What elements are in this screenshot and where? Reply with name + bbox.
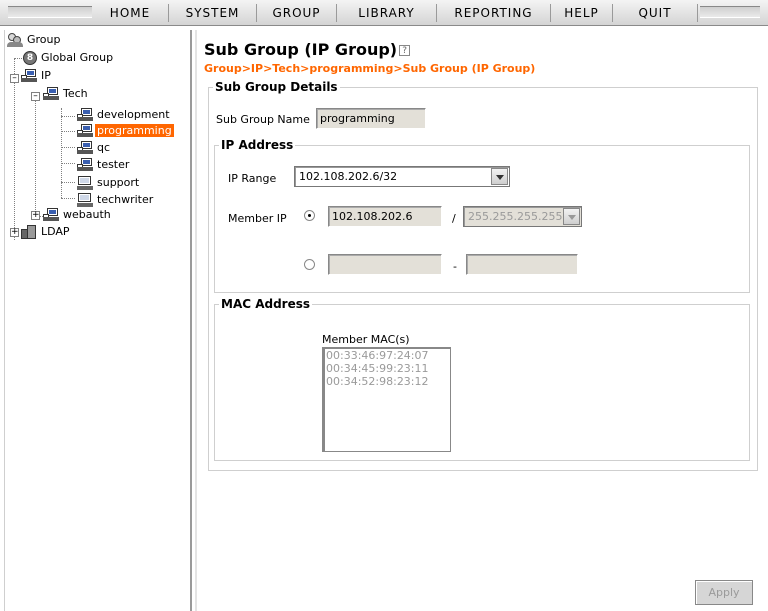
network-icon bbox=[43, 208, 59, 222]
help-icon[interactable]: ? bbox=[399, 45, 411, 56]
tree-panel-edge bbox=[195, 30, 197, 611]
computer-icon bbox=[77, 176, 93, 190]
member-ip-radio[interactable] bbox=[304, 210, 315, 221]
global-group-icon: 8 bbox=[23, 51, 37, 65]
network-icon bbox=[77, 124, 93, 138]
tree-node-ip[interactable]: IP bbox=[21, 68, 53, 84]
menu-system[interactable]: SYSTEM bbox=[168, 4, 256, 22]
chevron-down-icon bbox=[563, 208, 580, 225]
tree-line bbox=[61, 147, 75, 148]
sub-group-name-field[interactable]: programming bbox=[316, 108, 426, 129]
dash-separator: - bbox=[453, 260, 457, 273]
menu-ridge-left bbox=[8, 6, 92, 18]
tree-label-tester: tester bbox=[97, 158, 130, 171]
collapse-tech-icon[interactable]: – bbox=[31, 92, 40, 101]
tree-label-group: Group bbox=[27, 33, 61, 46]
tree-line bbox=[14, 58, 15, 240]
range-to-field[interactable] bbox=[466, 254, 578, 275]
tree-label-tech: Tech bbox=[63, 87, 88, 100]
tree-node-development[interactable]: development bbox=[77, 107, 172, 123]
tree-node-webauth[interactable]: webauth bbox=[43, 207, 113, 223]
tree-label-techwriter: techwriter bbox=[97, 193, 154, 206]
network-icon bbox=[77, 108, 93, 122]
menu-group[interactable]: GROUP bbox=[256, 4, 336, 22]
tree-line bbox=[61, 108, 62, 198]
sub-group-details-legend: Sub Group Details bbox=[215, 80, 338, 94]
menu-reporting[interactable]: REPORTING bbox=[436, 4, 550, 22]
member-macs-listbox[interactable]: 00:33:46:97:24:07 00:34:45:99:23:11 00:3… bbox=[322, 347, 451, 452]
sub-group-name-label: Sub Group Name bbox=[216, 113, 310, 126]
tree-line bbox=[61, 182, 75, 183]
tree-node-tester[interactable]: tester bbox=[77, 157, 131, 173]
list-item[interactable]: 00:34:45:99:23:11 bbox=[326, 362, 450, 375]
tree-node-group[interactable]: Group bbox=[7, 32, 63, 48]
expand-webauth-icon[interactable]: + bbox=[31, 211, 40, 220]
ip-range-radio[interactable] bbox=[304, 259, 315, 270]
tree-label-ip: IP bbox=[41, 69, 51, 82]
menu-quit[interactable]: QUIT bbox=[612, 4, 698, 22]
tree-line bbox=[61, 131, 75, 132]
menu-home[interactable]: HOME bbox=[92, 4, 168, 22]
menu-ridge-right bbox=[700, 6, 760, 18]
member-ip-label: Member IP bbox=[228, 212, 287, 225]
top-menu-bar: HOME SYSTEM GROUP LIBRARY REPORTING HELP… bbox=[0, 0, 768, 26]
ldap-icon bbox=[21, 225, 37, 239]
menu-library[interactable]: LIBRARY bbox=[336, 4, 436, 22]
collapse-ip-icon[interactable]: – bbox=[10, 74, 19, 83]
ip-range-label: IP Range bbox=[228, 172, 277, 185]
range-from-field[interactable] bbox=[328, 254, 442, 275]
network-icon bbox=[43, 87, 59, 101]
expand-ldap-icon[interactable]: + bbox=[10, 228, 19, 237]
network-icon bbox=[77, 158, 93, 172]
member-macs-label: Member MAC(s) bbox=[322, 333, 410, 346]
tree-label-programming-selected: programming bbox=[95, 124, 174, 137]
tree-node-techwriter[interactable]: techwriter bbox=[77, 192, 155, 208]
tree-label-ldap: LDAP bbox=[41, 225, 70, 238]
apply-button[interactable]: Apply bbox=[695, 580, 753, 605]
page-title: Sub Group (IP Group)? bbox=[204, 40, 411, 59]
network-icon bbox=[77, 141, 93, 155]
tree-node-ldap[interactable]: LDAP bbox=[21, 224, 72, 240]
subnet-mask-value: 255.255.255.255 bbox=[468, 210, 563, 223]
tree-node-tech[interactable]: Tech bbox=[43, 86, 90, 102]
network-icon bbox=[21, 69, 37, 83]
computer-icon bbox=[77, 193, 93, 207]
tree-label-development: development bbox=[97, 108, 170, 121]
mac-address-fieldset: MAC Address bbox=[214, 297, 750, 461]
tree-node-programming[interactable]: programming bbox=[77, 123, 174, 139]
page-title-text: Sub Group (IP Group) bbox=[204, 40, 398, 59]
list-item[interactable]: 00:34:52:98:23:12 bbox=[326, 375, 450, 388]
breadcrumb: Group>IP>Tech>programming>Sub Group (IP … bbox=[204, 62, 536, 75]
mac-address-legend: MAC Address bbox=[221, 297, 311, 311]
ip-range-select[interactable]: 102.108.202.6/32 bbox=[294, 166, 510, 187]
tree-label-qc: qc bbox=[97, 141, 111, 154]
slash-separator: / bbox=[452, 212, 456, 225]
subnet-mask-select: 255.255.255.255 bbox=[463, 206, 582, 227]
tree-label-webauth: webauth bbox=[63, 208, 111, 221]
menu-help[interactable]: HELP bbox=[550, 4, 612, 22]
chevron-down-icon[interactable] bbox=[491, 168, 508, 185]
ip-range-value: 102.108.202.6/32 bbox=[299, 170, 398, 183]
list-item[interactable]: 00:33:46:97:24:07 bbox=[326, 349, 450, 362]
tree-line bbox=[61, 163, 75, 164]
tree-node-support[interactable]: support bbox=[77, 175, 141, 191]
tree-line bbox=[61, 198, 75, 199]
tree-line bbox=[35, 92, 36, 216]
group-icon bbox=[7, 33, 23, 47]
ip-address-legend: IP Address bbox=[221, 138, 294, 152]
tree-label-support: support bbox=[97, 176, 140, 189]
tree-label-global-group: Global Group bbox=[41, 51, 114, 64]
tree-node-qc[interactable]: qc bbox=[77, 140, 112, 156]
group-tree-panel: Group 8 Global Group – IP – Tech developm… bbox=[4, 30, 192, 611]
tree-node-global-group[interactable]: 8 Global Group bbox=[23, 50, 115, 66]
member-ip-field[interactable]: 102.108.202.6 bbox=[328, 206, 442, 227]
tree-line bbox=[61, 116, 75, 117]
